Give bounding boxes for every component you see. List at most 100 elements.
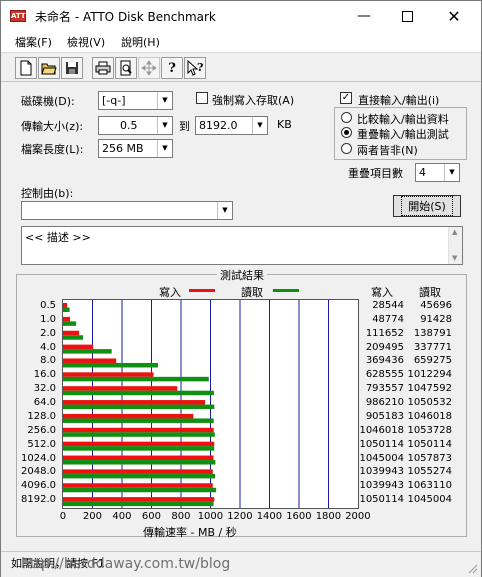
force-write-label: 強制寫入存取(A) <box>212 94 295 107</box>
chevron-down-icon[interactable]: ▼ <box>157 92 172 109</box>
read-bar <box>63 460 216 465</box>
scroll-down-icon[interactable]: ▼ <box>452 254 457 262</box>
read-value: 1063110 <box>407 480 452 492</box>
description-text: << 描述 >> <box>25 231 91 244</box>
queue-depth-label: 重疊項目數 <box>348 167 403 180</box>
minimize-button[interactable]: — <box>341 1 387 31</box>
app-window: ATTO 未命名 - ATTO Disk Benchmark — ✕ 檔案(F)… <box>0 0 482 577</box>
force-write-checkbox[interactable] <box>196 92 208 104</box>
checkmark-icon: ✓ <box>341 92 351 103</box>
menu-file[interactable]: 檔案(F) <box>15 34 52 50</box>
write-value: 1046018 <box>359 424 404 436</box>
y-tick-label: 512.0 <box>27 438 56 450</box>
read-bar <box>63 376 209 382</box>
radio-compare[interactable] <box>341 112 352 123</box>
x-tick-label: 2000 <box>345 511 371 522</box>
y-axis-labels: 0.5 1.0 2.0 4.0 8.0 16.0 32.0 64.0 128.0 256.0 512… <box>17 299 59 509</box>
print-button[interactable] <box>92 57 114 79</box>
write-value: 209495 <box>365 341 404 353</box>
legend-read-label: 讀取 <box>241 286 263 299</box>
radio-overlapped[interactable] <box>341 127 352 138</box>
x-axis-label: 傳輸速率 - MB / 秒 <box>143 526 237 539</box>
move-icon <box>141 60 157 76</box>
write-bar <box>63 303 68 308</box>
y-tick-label: 8.0 <box>40 355 56 367</box>
open-button[interactable] <box>38 57 60 79</box>
controlled-by-label: 控制由(b): <box>21 187 74 200</box>
y-tick-label: 16.0 <box>33 369 56 381</box>
description-textarea[interactable]: << 描述 >> ▲ ▼ <box>21 226 463 265</box>
file-length-select[interactable]: 256 MB ▼ <box>98 139 173 158</box>
radio-compare-label: 比較輸入/輸出資料 <box>357 113 449 126</box>
save-button[interactable] <box>61 57 83 79</box>
move-button[interactable] <box>138 57 160 79</box>
write-bar <box>63 358 117 363</box>
help-button[interactable]: ? <box>161 57 183 79</box>
radio-overlapped-label: 重疊輸入/輸出測試 <box>357 128 449 141</box>
read-value: 1047592 <box>407 383 452 395</box>
read-value: 91428 <box>420 313 452 325</box>
read-value: 1045004 <box>407 494 452 506</box>
chevron-down-icon[interactable]: ▼ <box>157 140 172 157</box>
read-value: 1046018 <box>407 410 452 422</box>
read-value: 1012294 <box>407 369 452 381</box>
window-title: 未命名 - ATTO Disk Benchmark <box>35 10 216 24</box>
read-values-column: 45696 91428 138791 337771 659275 1012294 10475… <box>407 299 455 509</box>
menu-help[interactable]: 說明(H) <box>121 34 160 50</box>
write-values-column: 28544 48774 111652 209495 369436 628555 793557… <box>359 299 407 509</box>
queue-depth-value: 4 <box>419 166 426 179</box>
read-value: 1053728 <box>407 424 452 436</box>
x-tick-label: 1000 <box>197 511 224 522</box>
read-value: 659275 <box>413 355 452 367</box>
y-tick-label: 8192.0 <box>21 494 56 506</box>
read-value: 1050114 <box>407 438 452 450</box>
maximize-button[interactable] <box>384 1 430 31</box>
chevron-down-icon[interactable]: ▼ <box>217 202 232 219</box>
chevron-down-icon[interactable]: ▼ <box>444 164 459 181</box>
svg-text:?: ? <box>197 61 203 74</box>
read-value: 1050532 <box>407 397 452 409</box>
radio-neither[interactable] <box>341 143 352 154</box>
y-tick-label: 32.0 <box>33 383 56 395</box>
drive-select[interactable]: [-q-] ▼ <box>98 91 173 110</box>
direct-io-checkbox[interactable]: ✓ <box>340 92 352 104</box>
resize-grip-icon[interactable] <box>466 562 478 574</box>
radio-neither-label: 兩者皆非(N) <box>357 144 418 157</box>
x-tick-label: 1200 <box>227 511 253 522</box>
transfer-to-value: 8192.0 <box>199 119 238 132</box>
scroll-up-icon[interactable]: ▲ <box>452 228 457 236</box>
drive-value: [-q-] <box>102 94 126 107</box>
direct-io-label: 直接輸入/輸出(i) <box>358 94 440 107</box>
write-bar <box>63 372 154 377</box>
new-button[interactable] <box>15 57 37 79</box>
y-tick-label: 0.5 <box>40 300 56 311</box>
description-scrollbar[interactable]: ▲ ▼ <box>448 227 462 264</box>
write-value: 1039943 <box>359 480 404 492</box>
chevron-down-icon[interactable]: ▼ <box>252 117 267 134</box>
transfer-to-select[interactable]: 8192.0 ▼ <box>195 116 268 135</box>
legend-read-swatch <box>273 289 299 292</box>
context-help-button[interactable]: ? <box>184 57 206 79</box>
read-bar <box>63 390 214 396</box>
read-bar <box>63 362 158 368</box>
read-bar <box>63 473 216 479</box>
queue-depth-select[interactable]: 4 ▼ <box>415 163 460 182</box>
write-value: 1050114 <box>359 438 404 450</box>
write-value: 793557 <box>365 383 404 395</box>
file-length-label: 檔案長度(L): <box>21 143 84 156</box>
read-bar <box>63 487 217 493</box>
y-tick-label: 4096.0 <box>21 480 56 492</box>
print-preview-button[interactable] <box>115 57 137 79</box>
chevron-down-icon[interactable]: ▼ <box>157 117 172 134</box>
start-button[interactable]: 開始(S) <box>393 195 461 217</box>
menu-view[interactable]: 檢視(V) <box>67 34 105 50</box>
close-button[interactable]: ✕ <box>431 1 477 31</box>
write-bar <box>63 469 213 474</box>
title-bar: ATTO 未命名 - ATTO Disk Benchmark — ✕ <box>1 1 481 31</box>
x-tick-label: 200 <box>82 511 102 522</box>
read-value: 337771 <box>413 341 452 353</box>
write-bar <box>63 483 213 488</box>
column-write-header: 寫入 <box>371 286 393 299</box>
transfer-from-select[interactable]: 0.5 ▼ <box>98 116 173 135</box>
controlled-by-select[interactable]: ▼ <box>21 201 233 220</box>
